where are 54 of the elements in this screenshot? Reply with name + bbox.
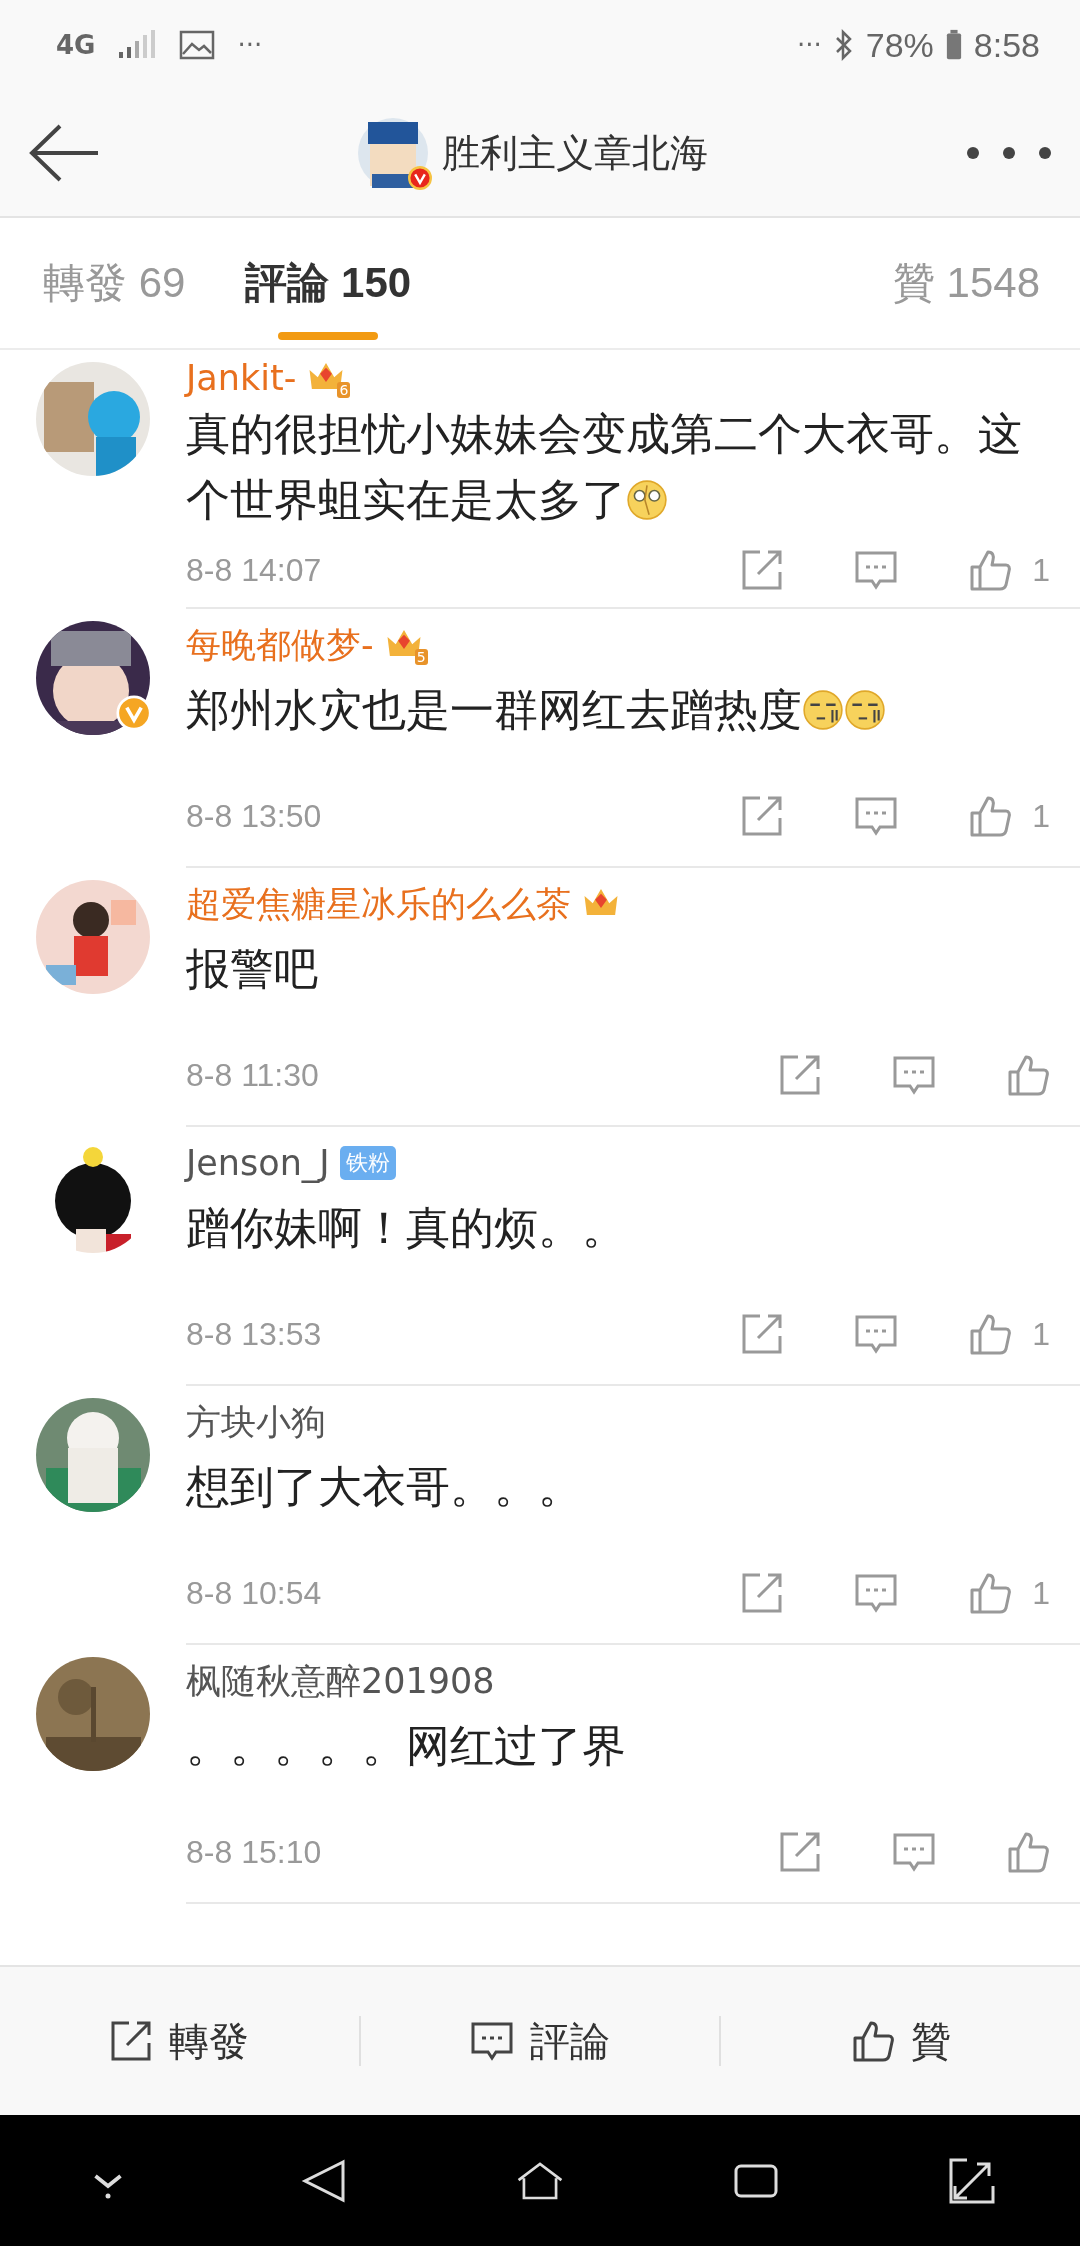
comment-time: 8-8 10:54 <box>186 1574 322 1612</box>
back-arrow-icon[interactable] <box>28 123 100 183</box>
comment-time: 8-8 11:30 <box>186 1056 319 1094</box>
share-icon[interactable] <box>778 1053 822 1097</box>
emoji-icon <box>802 689 844 731</box>
like-icon[interactable] <box>968 794 1013 838</box>
share-icon[interactable] <box>778 1830 822 1874</box>
like-count: 1 <box>1032 797 1050 835</box>
like-count: 1 <box>1032 551 1050 589</box>
comment-text: 郑州水灾也是一群网红去蹭热度 <box>186 677 1050 743</box>
comment-text: 想到了大衣哥。。。 <box>186 1460 583 1514</box>
like-icon[interactable] <box>968 1312 1013 1356</box>
share-icon[interactable] <box>740 1312 785 1356</box>
like-count: 1 <box>1032 1315 1050 1353</box>
crown-badge: 5 <box>383 625 428 665</box>
share-icon[interactable] <box>740 548 785 593</box>
tab[interactable]: 評論 150 <box>245 255 412 311</box>
comment-time: 8-8 13:50 <box>186 797 322 835</box>
bluetooth-icon <box>833 29 854 61</box>
more-options-icon[interactable] <box>966 146 1052 160</box>
network-indicator: 4G <box>56 30 96 60</box>
username[interactable]: Jenson_J <box>186 1143 330 1183</box>
battery-icon <box>945 29 962 61</box>
image-icon <box>179 30 216 60</box>
emoji-icon <box>626 479 668 522</box>
comment-time: 8-8 14:07 <box>186 551 322 589</box>
like-count: 1 <box>1032 1574 1050 1612</box>
share-button[interactable]: 轉發 <box>0 1967 359 2115</box>
comment-time: 8-8 13:53 <box>186 1315 322 1353</box>
comment-text: 。。。。。网红过了界 <box>186 1719 627 1773</box>
like-icon[interactable] <box>1006 1830 1050 1874</box>
clock: 8:58 <box>973 25 1040 65</box>
fan-tag: 铁粉 <box>339 1146 396 1180</box>
share-icon <box>109 2019 154 2063</box>
comment-text: 报警吧 <box>186 942 319 996</box>
emoji-icon <box>844 689 886 731</box>
like-icon[interactable] <box>968 548 1013 593</box>
username[interactable]: 方块小狗 <box>186 1398 326 1446</box>
comment-text: 真的很担忧小妹妹会变成第二个大衣哥。这个世界蛆实在是太多了 <box>186 407 1023 528</box>
crown-badge: 6 <box>306 357 351 398</box>
like-icon[interactable] <box>968 1571 1013 1615</box>
username[interactable]: 枫随秋意醉201908 <box>186 1657 495 1705</box>
more-notifications: ··· <box>796 30 822 60</box>
comment-time: 8-8 15:10 <box>186 1833 322 1871</box>
like-icon[interactable] <box>1006 1053 1050 1097</box>
share-icon[interactable] <box>740 794 785 838</box>
like-button[interactable]: 贊 <box>721 1967 1080 2115</box>
comment-button[interactable]: 評論 <box>360 1967 720 2115</box>
profile-name: 胜利主义章北海 <box>442 129 708 177</box>
share-icon[interactable] <box>740 1571 785 1615</box>
more-notifications: ··· <box>237 30 263 60</box>
battery-percent: 78% <box>865 25 934 65</box>
signal-icon <box>117 30 158 60</box>
comment-text: 蹭你妹啊！真的烦。。 <box>186 1201 627 1255</box>
